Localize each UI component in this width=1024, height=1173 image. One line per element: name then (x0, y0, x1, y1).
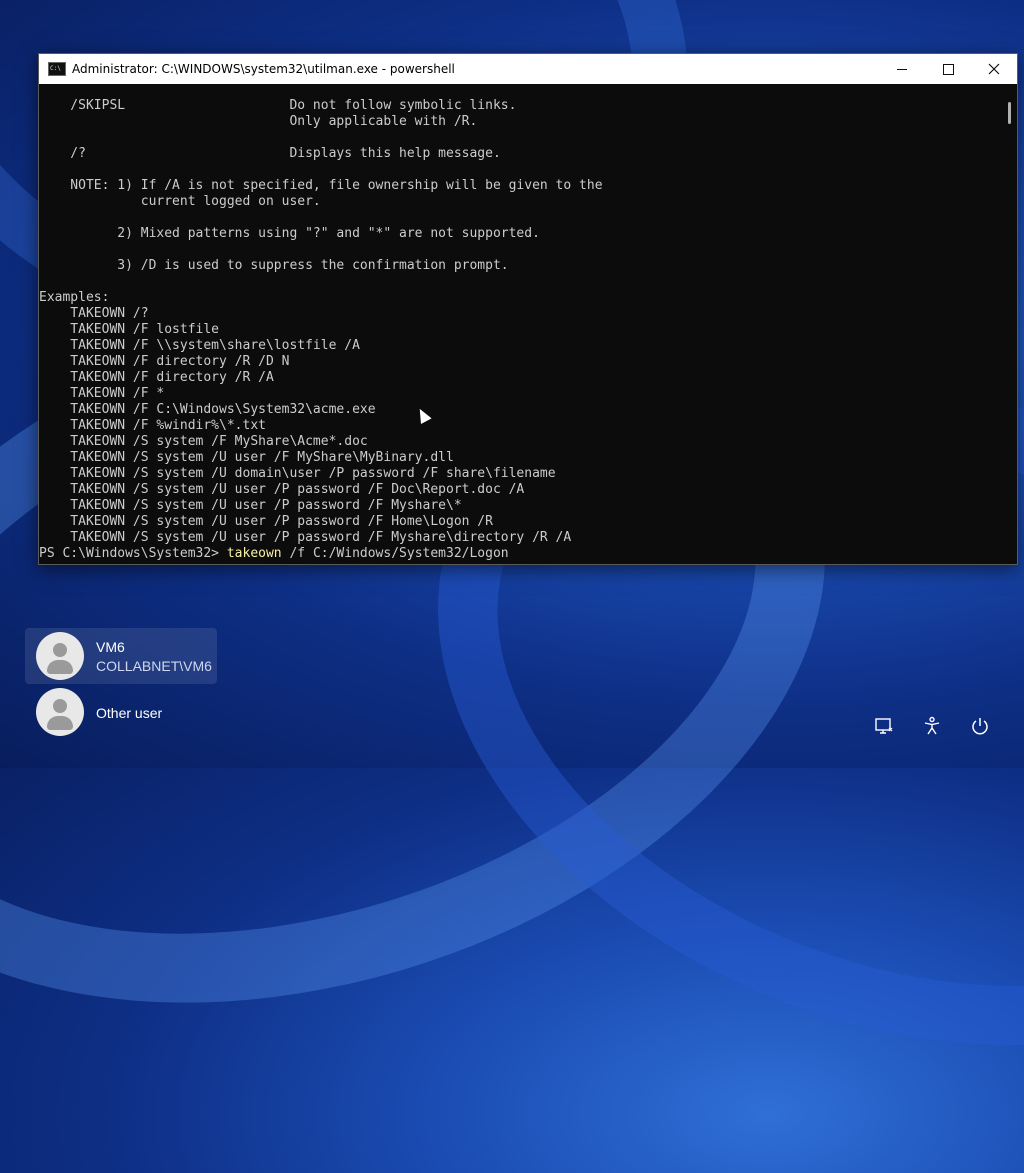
maximize-icon (942, 63, 954, 75)
powershell-window[interactable]: Administrator: C:\WINDOWS\system32\utilm… (38, 53, 1018, 565)
help-text: /SKIPSL Do not follow symbolic links. On… (39, 98, 603, 545)
prompt-line[interactable]: PS C:\Windows\System32> takeown /f C:/Wi… (39, 546, 1001, 562)
other-user-label[interactable]: Other user (96, 705, 162, 721)
title-bar[interactable]: Administrator: C:\WINDOWS\system32\utilm… (39, 54, 1017, 84)
accessibility-button[interactable] (920, 714, 944, 738)
scrollbar-thumb[interactable] (1008, 102, 1011, 124)
console-app-icon[interactable] (48, 62, 66, 76)
minimize-button[interactable] (879, 54, 925, 84)
console-output[interactable]: /SKIPSL Do not follow symbolic links. On… (39, 84, 1001, 564)
avatar-head (53, 643, 67, 657)
window-controls (879, 54, 1017, 84)
power-button[interactable] (968, 714, 992, 738)
prompt: PS C:\Windows\System32> (39, 546, 227, 561)
window-title: Administrator: C:\WINDOWS\system32\utilm… (72, 62, 455, 76)
user-avatar-icon[interactable] (36, 632, 84, 680)
other-user-avatar-icon[interactable] (36, 688, 84, 736)
avatar-body (47, 660, 73, 674)
maximize-button[interactable] (925, 54, 971, 84)
close-button[interactable] (971, 54, 1017, 84)
close-icon (988, 63, 1000, 75)
avatar-body (47, 716, 73, 730)
vertical-scrollbar[interactable] (1001, 84, 1017, 564)
network-button[interactable] (872, 714, 896, 738)
accessibility-icon (924, 716, 940, 735)
power-icon (972, 718, 988, 735)
network-icon (875, 718, 893, 734)
minimize-icon (897, 68, 907, 70)
user-name[interactable]: VM6 (96, 639, 125, 655)
command-name: takeown (226, 546, 282, 561)
avatar-head (53, 699, 67, 713)
command-args: /f C:/Windows/System32/Logon (281, 546, 509, 561)
user-domain: COLLABNET\VM6 (96, 658, 212, 674)
